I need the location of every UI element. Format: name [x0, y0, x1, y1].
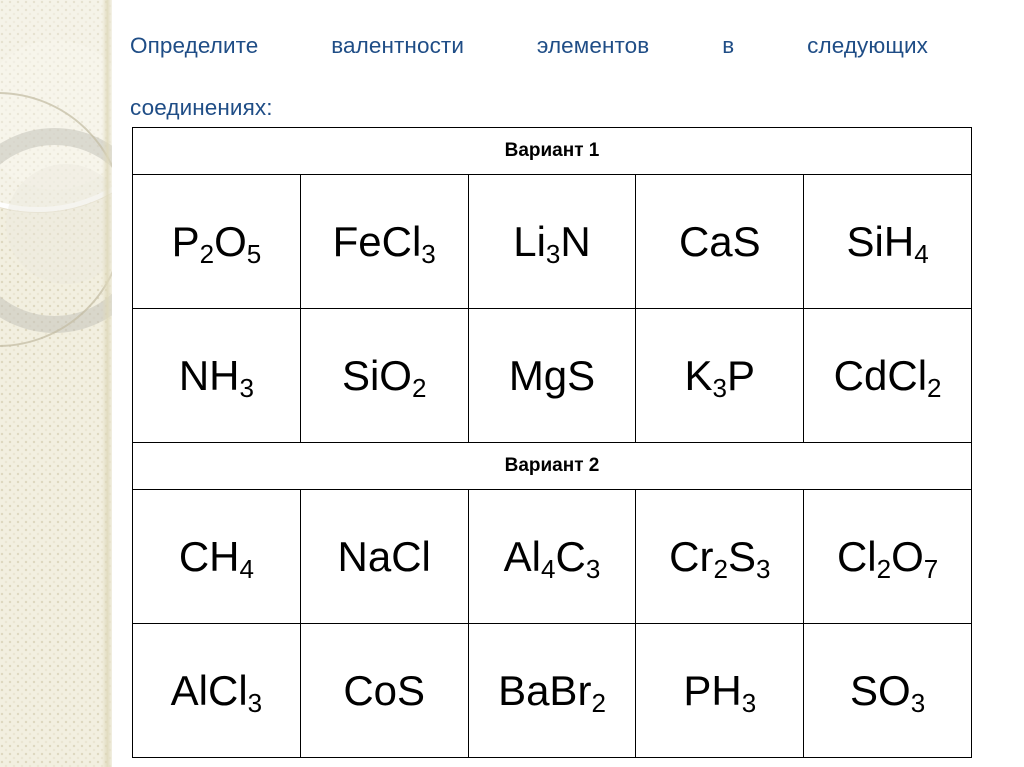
formula-subscript: 3 [421, 238, 436, 269]
formula-symbol: C [555, 532, 586, 580]
formula-symbol: SiH [846, 217, 915, 265]
formula-subscript: 3 [741, 687, 757, 718]
table-row: AlCl3 CoS BaBr2 PH3 SO3 [132, 623, 972, 758]
formula-cell: SiO2 [299, 308, 469, 443]
formula-cell: Li3N [467, 174, 637, 309]
formula-cell: K3P [635, 308, 805, 443]
table-row: P2O5 FeCl3 Li3N CaS SiH4 [132, 174, 972, 309]
formula-cell: Cr2S3 [635, 489, 805, 624]
formula-cell: Cl2O7 [803, 489, 972, 624]
formula-symbol: O [214, 217, 247, 265]
formula-subscript: 2 [876, 553, 892, 584]
formula-symbol: NH [178, 351, 240, 399]
formula-symbol: SO [850, 666, 911, 714]
formula-symbol: PH [683, 666, 742, 714]
formula-symbol: NaCl [337, 532, 431, 580]
formula-subscript: 2 [927, 372, 942, 403]
formula-subscript: 4 [914, 238, 929, 269]
formula-subscript: 3 [910, 687, 926, 718]
formula-symbol: Al [503, 532, 542, 580]
formula-symbol: AlCl [170, 666, 248, 714]
variant-header-row: Вариант 1 [132, 127, 972, 175]
formula-subscript: 3 [712, 372, 728, 403]
formula-cell: CoS [299, 623, 469, 758]
page-title: Определите валентности элементов в следу… [130, 30, 928, 123]
formula-symbol: S [727, 532, 756, 580]
formula-subscript: 7 [923, 553, 939, 584]
formula-cell: MgS [467, 308, 637, 443]
formula-symbol: Cl [836, 532, 877, 580]
formula-cell: NH3 [132, 308, 301, 443]
formula-cell: FeCl3 [299, 174, 469, 309]
formula-cell: SO3 [803, 623, 972, 758]
formula-subscript: 3 [585, 553, 601, 584]
formula-symbol: SiO [341, 351, 412, 399]
formula-symbol: Cr [669, 532, 714, 580]
formula-subscript: 3 [239, 372, 254, 403]
slide-decoration-panel [0, 0, 112, 767]
formula-symbol: O [891, 532, 924, 580]
formula-cell: AlCl3 [132, 623, 301, 758]
formula-symbol: BaBr [498, 666, 592, 714]
formula-cell: Al4C3 [467, 489, 637, 624]
formula-cell: CH4 [132, 489, 301, 624]
formula-cell: BaBr2 [467, 623, 637, 758]
formula-subscript: 2 [411, 372, 427, 403]
formula-symbol: N [560, 217, 591, 265]
variant-header-cell: Вариант 1 [132, 127, 972, 175]
formula-subscript: 3 [247, 687, 263, 718]
formula-symbol: CdCl [833, 351, 928, 399]
formula-cell: PH3 [635, 623, 805, 758]
formula-symbol: K [684, 351, 713, 399]
formula-subscript: 3 [755, 553, 771, 584]
formula-symbol: MgS [508, 351, 596, 399]
formula-subscript: 3 [545, 238, 561, 269]
formula-subscript: 4 [239, 553, 254, 584]
formula-symbol: FeCl [332, 217, 422, 265]
formula-subscript: 2 [199, 238, 215, 269]
table-row: NH3 SiO2 MgS K3P CdCl2 [132, 308, 972, 443]
variant-header-row: Вариант 2 [132, 442, 972, 490]
formula-symbol: P [171, 217, 200, 265]
formula-subscript: 2 [591, 687, 606, 718]
page-title-line-2: соединениях: [130, 95, 273, 120]
formula-symbol: CoS [343, 666, 426, 714]
formula-cell: P2O5 [132, 174, 301, 309]
formula-subscript: 4 [541, 553, 556, 584]
formula-cell: SiH4 [803, 174, 972, 309]
valency-table: Вариант 1 P2O5 FeCl3 Li3N CaS SiH4 NH3 SiO2 MgS K… [132, 127, 972, 758]
valency-table-body: Вариант 1 P2O5 FeCl3 Li3N CaS SiH4 NH3 SiO2 MgS K… [132, 127, 972, 758]
variant-header-cell: Вариант 2 [132, 442, 972, 490]
formula-symbol: CaS [678, 217, 761, 265]
formula-subscript: 2 [713, 553, 728, 584]
formula-symbol: CH [178, 532, 240, 580]
formula-subscript: 5 [246, 238, 262, 269]
formula-cell: NaCl [299, 489, 469, 624]
formula-symbol: P [727, 351, 756, 399]
formula-symbol: Li [513, 217, 546, 265]
page-title-line-1: Определите валентности элементов в следу… [130, 33, 928, 58]
formula-cell: CaS [635, 174, 805, 309]
table-row: CH4 NaCl Al4C3 Cr2S3 Cl2O7 [132, 489, 972, 624]
formula-cell: CdCl2 [803, 308, 972, 443]
